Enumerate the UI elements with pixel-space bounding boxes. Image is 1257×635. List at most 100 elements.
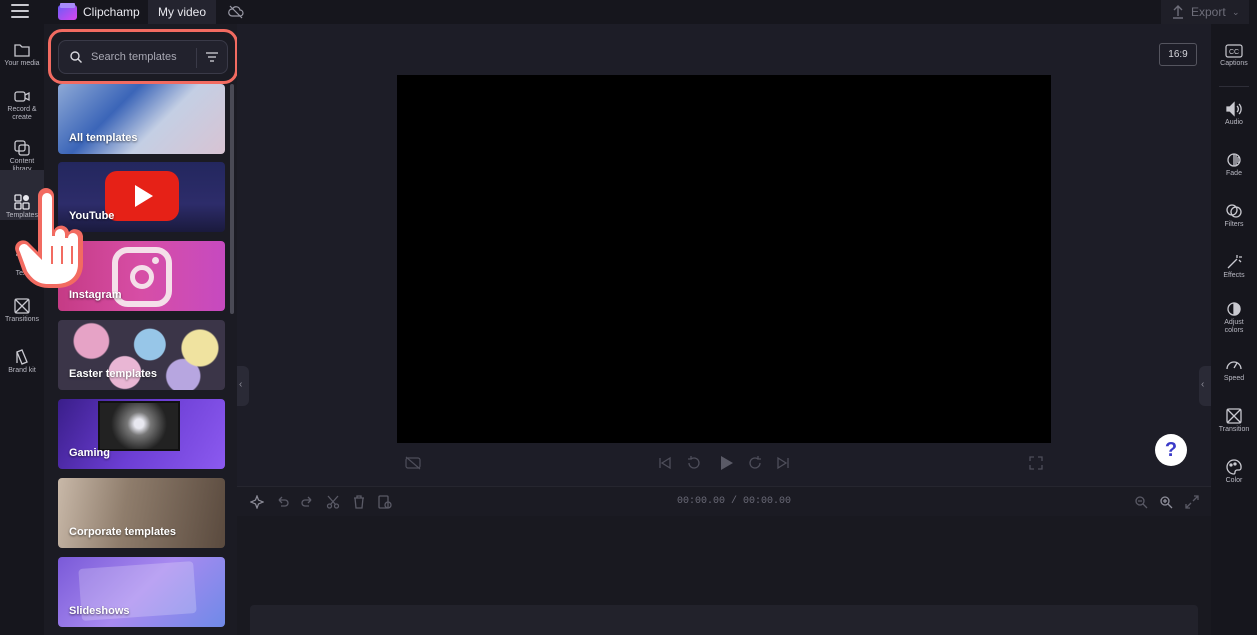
templates-panel: All templates YouTube Instagram Easter t… — [44, 24, 237, 635]
rewind-5-icon[interactable] — [686, 455, 702, 471]
rail-item-brand-kit[interactable]: Brand kit — [0, 349, 44, 375]
video-preview — [397, 75, 1051, 443]
collapse-right-panel-button[interactable]: ‹ — [1199, 366, 1211, 406]
clipchamp-logo-icon — [58, 3, 77, 20]
export-label: Export — [1191, 5, 1226, 19]
template-card-slideshows[interactable]: Slideshows — [58, 557, 225, 627]
transitions-icon — [14, 298, 30, 314]
rail-label: Audio — [1225, 119, 1243, 126]
rail-label: Transition — [1218, 426, 1250, 433]
audio-icon — [1226, 101, 1242, 117]
rail-item-captions[interactable]: CC Captions — [1211, 44, 1257, 68]
menu-icon[interactable] — [11, 4, 29, 20]
chevron-left-icon: ‹ — [239, 379, 243, 390]
filters-icon — [1226, 204, 1242, 218]
right-rail: CC Captions Audio Fade Filters Effects A… — [1211, 24, 1257, 635]
transition-icon — [1226, 408, 1242, 424]
rail-label: Transitions — [5, 316, 39, 323]
skip-forward-icon[interactable] — [776, 456, 790, 470]
rail-item-your-media[interactable]: Your media — [0, 42, 44, 68]
rail-item-speed[interactable]: Speed — [1211, 357, 1257, 383]
rail-label: Filters — [1224, 221, 1244, 228]
redo-icon[interactable] — [301, 495, 315, 509]
left-rail: Your media Record & create Content libra… — [0, 24, 44, 635]
folder-icon — [14, 44, 30, 57]
rail-label: Effects — [1223, 272, 1245, 279]
fade-icon — [1227, 153, 1241, 167]
fullscreen-icon[interactable] — [1029, 456, 1043, 470]
adjust-colors-icon — [1227, 302, 1241, 316]
magic-icon[interactable] — [250, 495, 264, 509]
zoom-out-icon[interactable] — [1134, 495, 1148, 509]
top-bar: Clipchamp My video Export ⌄ — [0, 0, 1257, 24]
template-card-corporate[interactable]: Corporate templates — [58, 478, 225, 548]
rail-item-adjust-colors[interactable]: Adjust colors — [1211, 301, 1257, 335]
template-card-label: All templates — [69, 132, 138, 144]
search-input[interactable] — [91, 48, 191, 66]
color-icon — [1226, 459, 1242, 475]
search-divider — [196, 48, 197, 68]
export-button[interactable]: Export ⌄ — [1161, 0, 1249, 24]
rail-label: Brand kit — [8, 367, 36, 374]
rail-item-content-library[interactable]: Content library — [0, 140, 44, 174]
rail-item-transition[interactable]: Transition — [1211, 408, 1257, 434]
rail-label: Color — [1225, 477, 1243, 484]
export-icon — [1173, 5, 1183, 19]
rail-label: Your media — [4, 60, 40, 67]
undo-icon[interactable] — [275, 495, 289, 509]
template-card-label: Easter templates — [69, 368, 158, 380]
library-icon — [14, 140, 30, 156]
collapse-panel-button[interactable]: ‹ — [237, 366, 249, 406]
rail-item-record-create[interactable]: Record & create — [0, 88, 44, 122]
skip-back-icon[interactable] — [658, 456, 672, 470]
captions-icon: CC — [1225, 44, 1243, 58]
delete-icon[interactable] — [352, 495, 366, 509]
template-card-label: Gaming — [69, 447, 110, 459]
template-card-label: Instagram — [69, 289, 122, 301]
youtube-logo-icon — [105, 171, 179, 221]
timecode: 00:00.00 / 00:00.00 — [677, 496, 792, 507]
cloud-off-icon[interactable] — [228, 4, 244, 20]
monitor-image — [98, 401, 180, 451]
video-title-tab[interactable]: My video — [148, 0, 216, 24]
template-card-label: Slideshows — [69, 605, 130, 617]
filter-icon[interactable] — [205, 51, 219, 63]
help-button[interactable]: ? — [1155, 434, 1187, 466]
rail-item-color[interactable]: Color — [1211, 459, 1257, 485]
rail-label: Speed — [1223, 375, 1245, 382]
template-card-label: Corporate templates — [69, 526, 176, 538]
search-box[interactable] — [58, 40, 228, 74]
forward-5-icon[interactable] — [747, 455, 763, 471]
template-card-easter[interactable]: Easter templates — [58, 320, 225, 390]
rail-separator — [1219, 86, 1249, 87]
speed-icon — [1226, 361, 1242, 370]
rail-label: Fade — [1226, 170, 1242, 177]
rail-item-filters[interactable]: Filters — [1211, 203, 1257, 229]
camera-icon — [14, 91, 30, 102]
panel-scrollbar[interactable] — [230, 84, 234, 314]
split-icon[interactable] — [326, 495, 340, 509]
caption-off-icon[interactable] — [405, 456, 421, 470]
effects-icon — [1227, 255, 1242, 269]
template-card-all[interactable]: All templates — [58, 84, 225, 154]
rail-item-transitions[interactable]: Transitions — [0, 298, 44, 324]
play-icon[interactable] — [718, 455, 734, 471]
template-card-gaming[interactable]: Gaming — [58, 399, 225, 469]
timeline-track[interactable] — [250, 605, 1198, 635]
rail-item-audio[interactable]: Audio — [1211, 101, 1257, 127]
brand-kit-icon — [16, 349, 28, 365]
fit-timeline-icon[interactable] — [1185, 495, 1199, 509]
zoom-in-icon[interactable] — [1159, 495, 1173, 509]
rail-label: Captions — [1220, 60, 1248, 67]
app-brand: Clipchamp — [83, 5, 140, 19]
chevron-left-icon: ‹ — [1201, 379, 1205, 390]
chevron-down-icon: ⌄ — [1232, 7, 1240, 17]
svg-text:CC: CC — [1229, 49, 1239, 56]
pointer-hand-icon — [15, 188, 83, 288]
search-icon — [70, 51, 82, 63]
add-media-icon[interactable] — [378, 495, 392, 509]
rail-label: Adjust colors — [1224, 319, 1244, 334]
rail-item-fade[interactable]: Fade — [1211, 152, 1257, 178]
rail-item-effects[interactable]: Effects — [1211, 254, 1257, 280]
aspect-ratio-button[interactable]: 16:9 — [1159, 43, 1197, 66]
